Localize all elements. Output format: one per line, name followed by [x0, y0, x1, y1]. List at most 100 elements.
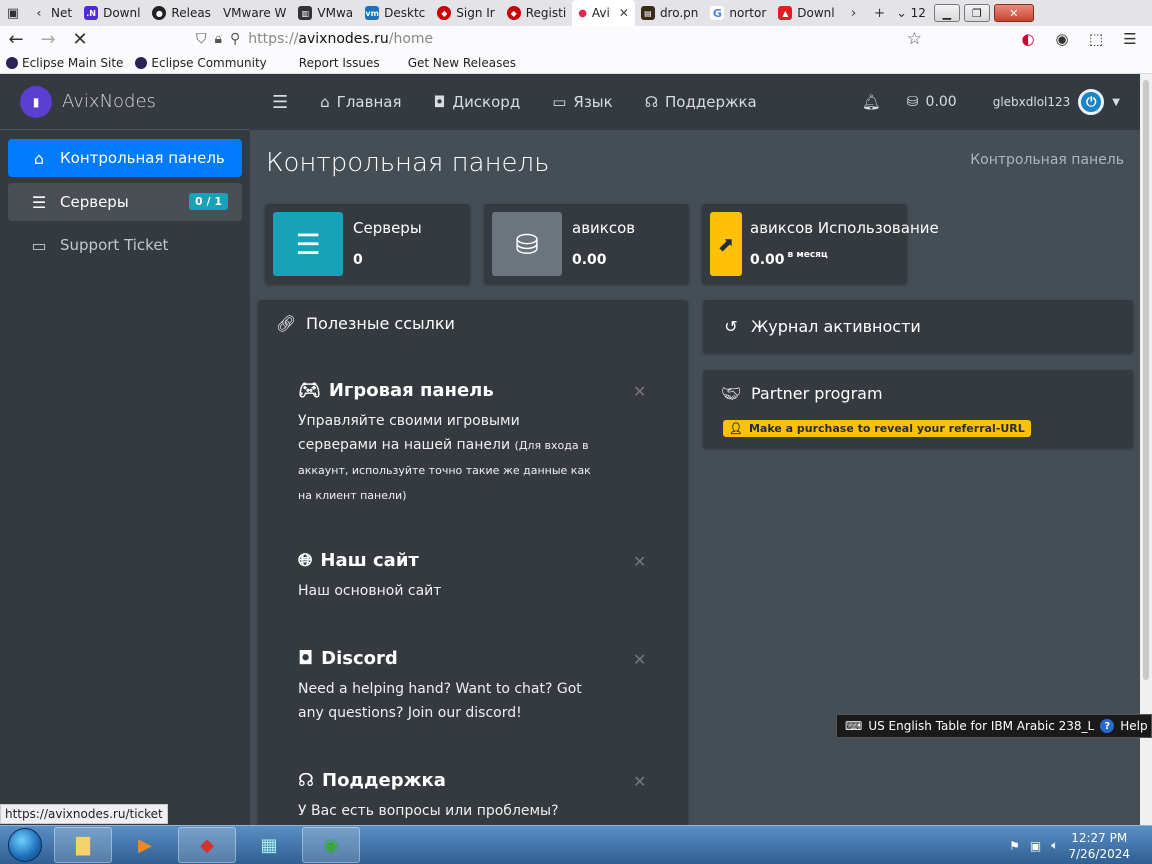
- extensions-icon[interactable]: ⬚: [1082, 30, 1110, 48]
- avatar: ⏻: [1078, 89, 1105, 115]
- link-title[interactable]: 🎮︎ Игровая панель: [298, 380, 648, 401]
- link-icon: 🔗︎: [276, 313, 297, 333]
- sidebar-item-servers[interactable]: ☰ Серверы 0 / 1: [8, 183, 242, 221]
- link-title[interactable]: 🌐︎ Наш сайт: [298, 550, 648, 571]
- close-icon[interactable]: ✕: [619, 6, 629, 20]
- media-player-taskbar-button[interactable]: ▶: [116, 827, 174, 863]
- sidebar-item-support-ticket[interactable]: ▭ Support Ticket: [8, 226, 242, 264]
- nav-support[interactable]: ☊ Поддержка: [629, 74, 773, 130]
- home-icon: ⌂: [320, 93, 330, 111]
- info-box-number: 0.00: [572, 252, 607, 268]
- flag-icon[interactable]: ⚑: [1009, 839, 1020, 853]
- network-icon[interactable]: ▣: [1030, 839, 1041, 853]
- minimize-button[interactable]: ▁: [933, 4, 960, 22]
- close-icon[interactable]: ✕: [633, 382, 646, 401]
- account-icon[interactable]: ◉: [1048, 30, 1076, 48]
- partner-program-card: 🤝︎ Partner program 👤︎ Make a purchase to …: [703, 370, 1133, 448]
- tab-list-icon[interactable]: ▣: [0, 0, 26, 26]
- sidebar: ▮ AvixNodes ⌂ Контрольная панель ☰ Серве…: [0, 74, 250, 825]
- menu-icon[interactable]: ☰: [1116, 30, 1144, 48]
- browser-tab[interactable]: ▤ dro.pn: [635, 0, 704, 26]
- bookmark-item[interactable]: Eclipse Main Site: [0, 52, 129, 74]
- redhat-icon: ◆: [437, 6, 452, 20]
- user-lock-icon: 👤︎: [729, 422, 743, 435]
- brand[interactable]: ▮ AvixNodes: [0, 74, 250, 130]
- browser-tab[interactable]: vm Desktc: [359, 0, 431, 26]
- browser-tab[interactable]: ▲ Downl: [772, 0, 840, 26]
- close-window-button[interactable]: ✕: [993, 4, 1034, 22]
- browser-tab[interactable]: ▥ VMwa: [292, 0, 359, 26]
- app-taskbar-button[interactable]: ◆: [178, 827, 236, 863]
- balance-display[interactable]: ⛁ 0.00: [901, 74, 979, 130]
- back-arrow-icon[interactable]: ←: [0, 26, 32, 52]
- url-text[interactable]: https://avixnodes.ru/home: [248, 31, 433, 47]
- volume-muted-icon[interactable]: 🔈︎: [1051, 838, 1058, 853]
- start-button[interactable]: [0, 826, 50, 864]
- vpn-icon[interactable]: ◐: [1014, 30, 1042, 48]
- chart-line-icon: ⬈: [710, 212, 742, 276]
- page-scrollbar[interactable]: [1140, 74, 1152, 825]
- nav-home[interactable]: ⌂ Главная: [304, 74, 417, 130]
- chevron-right-icon[interactable]: ›: [841, 0, 867, 26]
- referral-badge-text: Make a purchase to reveal your referral-…: [748, 422, 1025, 435]
- close-icon[interactable]: ✕: [633, 772, 646, 791]
- sidebar-toggle-button[interactable]: ☰: [250, 74, 304, 130]
- github-icon: ●: [152, 6, 167, 20]
- card-header[interactable]: ↺ Журнал активности: [703, 300, 1133, 353]
- link-title-text: Discord: [321, 648, 398, 669]
- close-icon[interactable]: ✕: [633, 650, 646, 669]
- link-title[interactable]: ◘ Discord: [298, 648, 648, 669]
- sidebar-item-dashboard[interactable]: ⌂ Контрольная панель: [8, 139, 242, 177]
- forward-arrow-icon[interactable]: →: [32, 26, 64, 52]
- breadcrumb[interactable]: Контрольная панель: [970, 152, 1124, 168]
- help-icon[interactable]: ?: [1100, 719, 1115, 733]
- browser-tab[interactable]: ‹ Net: [26, 0, 78, 26]
- bookmark-item[interactable]: Report Issues: [293, 52, 386, 74]
- balance-value: 0.00: [925, 94, 957, 110]
- browser-tab-active[interactable]: ● Avi ✕: [572, 0, 635, 26]
- url-scheme: https://: [248, 31, 299, 47]
- scrollbar-thumb[interactable]: [1143, 80, 1149, 680]
- permissions-icon[interactable]: ⚲: [230, 31, 240, 47]
- info-box-credits: ⛁ авиксов 0.00: [484, 204, 689, 284]
- close-icon[interactable]: ✕: [633, 552, 646, 571]
- link-title[interactable]: ☊ Поддержка: [298, 770, 648, 791]
- shield-icon[interactable]: ⛉: [196, 31, 207, 47]
- keyboard-icon[interactable]: ⌨: [845, 719, 862, 733]
- new-tab-icon[interactable]: +: [867, 0, 893, 26]
- headset-icon: ☊: [644, 93, 659, 111]
- back-arrow-icon: ‹: [36, 6, 42, 20]
- home-icon: ⌂: [33, 148, 45, 168]
- restore-button[interactable]: ❐: [963, 4, 990, 22]
- pdf-icon: ▲: [778, 6, 793, 20]
- bookmark-item[interactable]: Get New Releases: [402, 52, 522, 74]
- discord-icon: ◘: [433, 93, 446, 111]
- notifications-bell-icon[interactable]: 🔔︎: [842, 74, 901, 130]
- info-box-servers: ☰ Серверы 0: [265, 204, 470, 284]
- language-bar-label[interactable]: US English Table for IBM Arabic 238_L: [868, 719, 1094, 733]
- browser-tab[interactable]: ◆ Sign Ir: [431, 0, 500, 26]
- user-menu[interactable]: glebxdlol123 ⏻ ▼: [979, 74, 1140, 130]
- browser-taskbar-button[interactable]: ◉: [302, 827, 360, 863]
- clock-date: 7/26/2024: [1068, 846, 1130, 861]
- clock[interactable]: 12:27 PM 7/26/2024: [1068, 830, 1130, 862]
- browser-tab[interactable]: VMware W: [217, 0, 292, 26]
- browser-tab[interactable]: ◆ Registi: [501, 0, 572, 26]
- browser-tab[interactable]: Gnortor: [704, 0, 772, 26]
- bookmark-item[interactable]: Eclipse Community: [129, 52, 272, 74]
- web-page: ▮ AvixNodes ⌂ Контрольная панель ☰ Серве…: [0, 74, 1140, 825]
- history-icon: ↺: [724, 317, 738, 336]
- browser-tab[interactable]: ● Releas: [146, 0, 217, 26]
- browser-tab[interactable]: .N Downl: [78, 0, 146, 26]
- lock-icon[interactable]: 🔒︎: [215, 31, 222, 47]
- star-icon[interactable]: ☆: [907, 29, 922, 49]
- nav-language[interactable]: ▭ Язык: [536, 74, 629, 130]
- status-url: https://avixnodes.ru/ticket: [0, 804, 168, 824]
- url-bar[interactable]: ⛉ 🔒︎ ⚲ https://avixnodes.ru/home ☆: [196, 27, 926, 51]
- nav-discord[interactable]: ◘ Дискорд: [417, 74, 536, 130]
- help-label[interactable]: Help: [1120, 719, 1147, 733]
- stop-loading-icon[interactable]: ✕: [64, 26, 96, 52]
- control-panel-taskbar-button[interactable]: ▦: [240, 827, 298, 863]
- chevron-down-icon[interactable]: ⌄: [893, 0, 911, 26]
- explorer-taskbar-button[interactable]: ▇: [54, 827, 112, 863]
